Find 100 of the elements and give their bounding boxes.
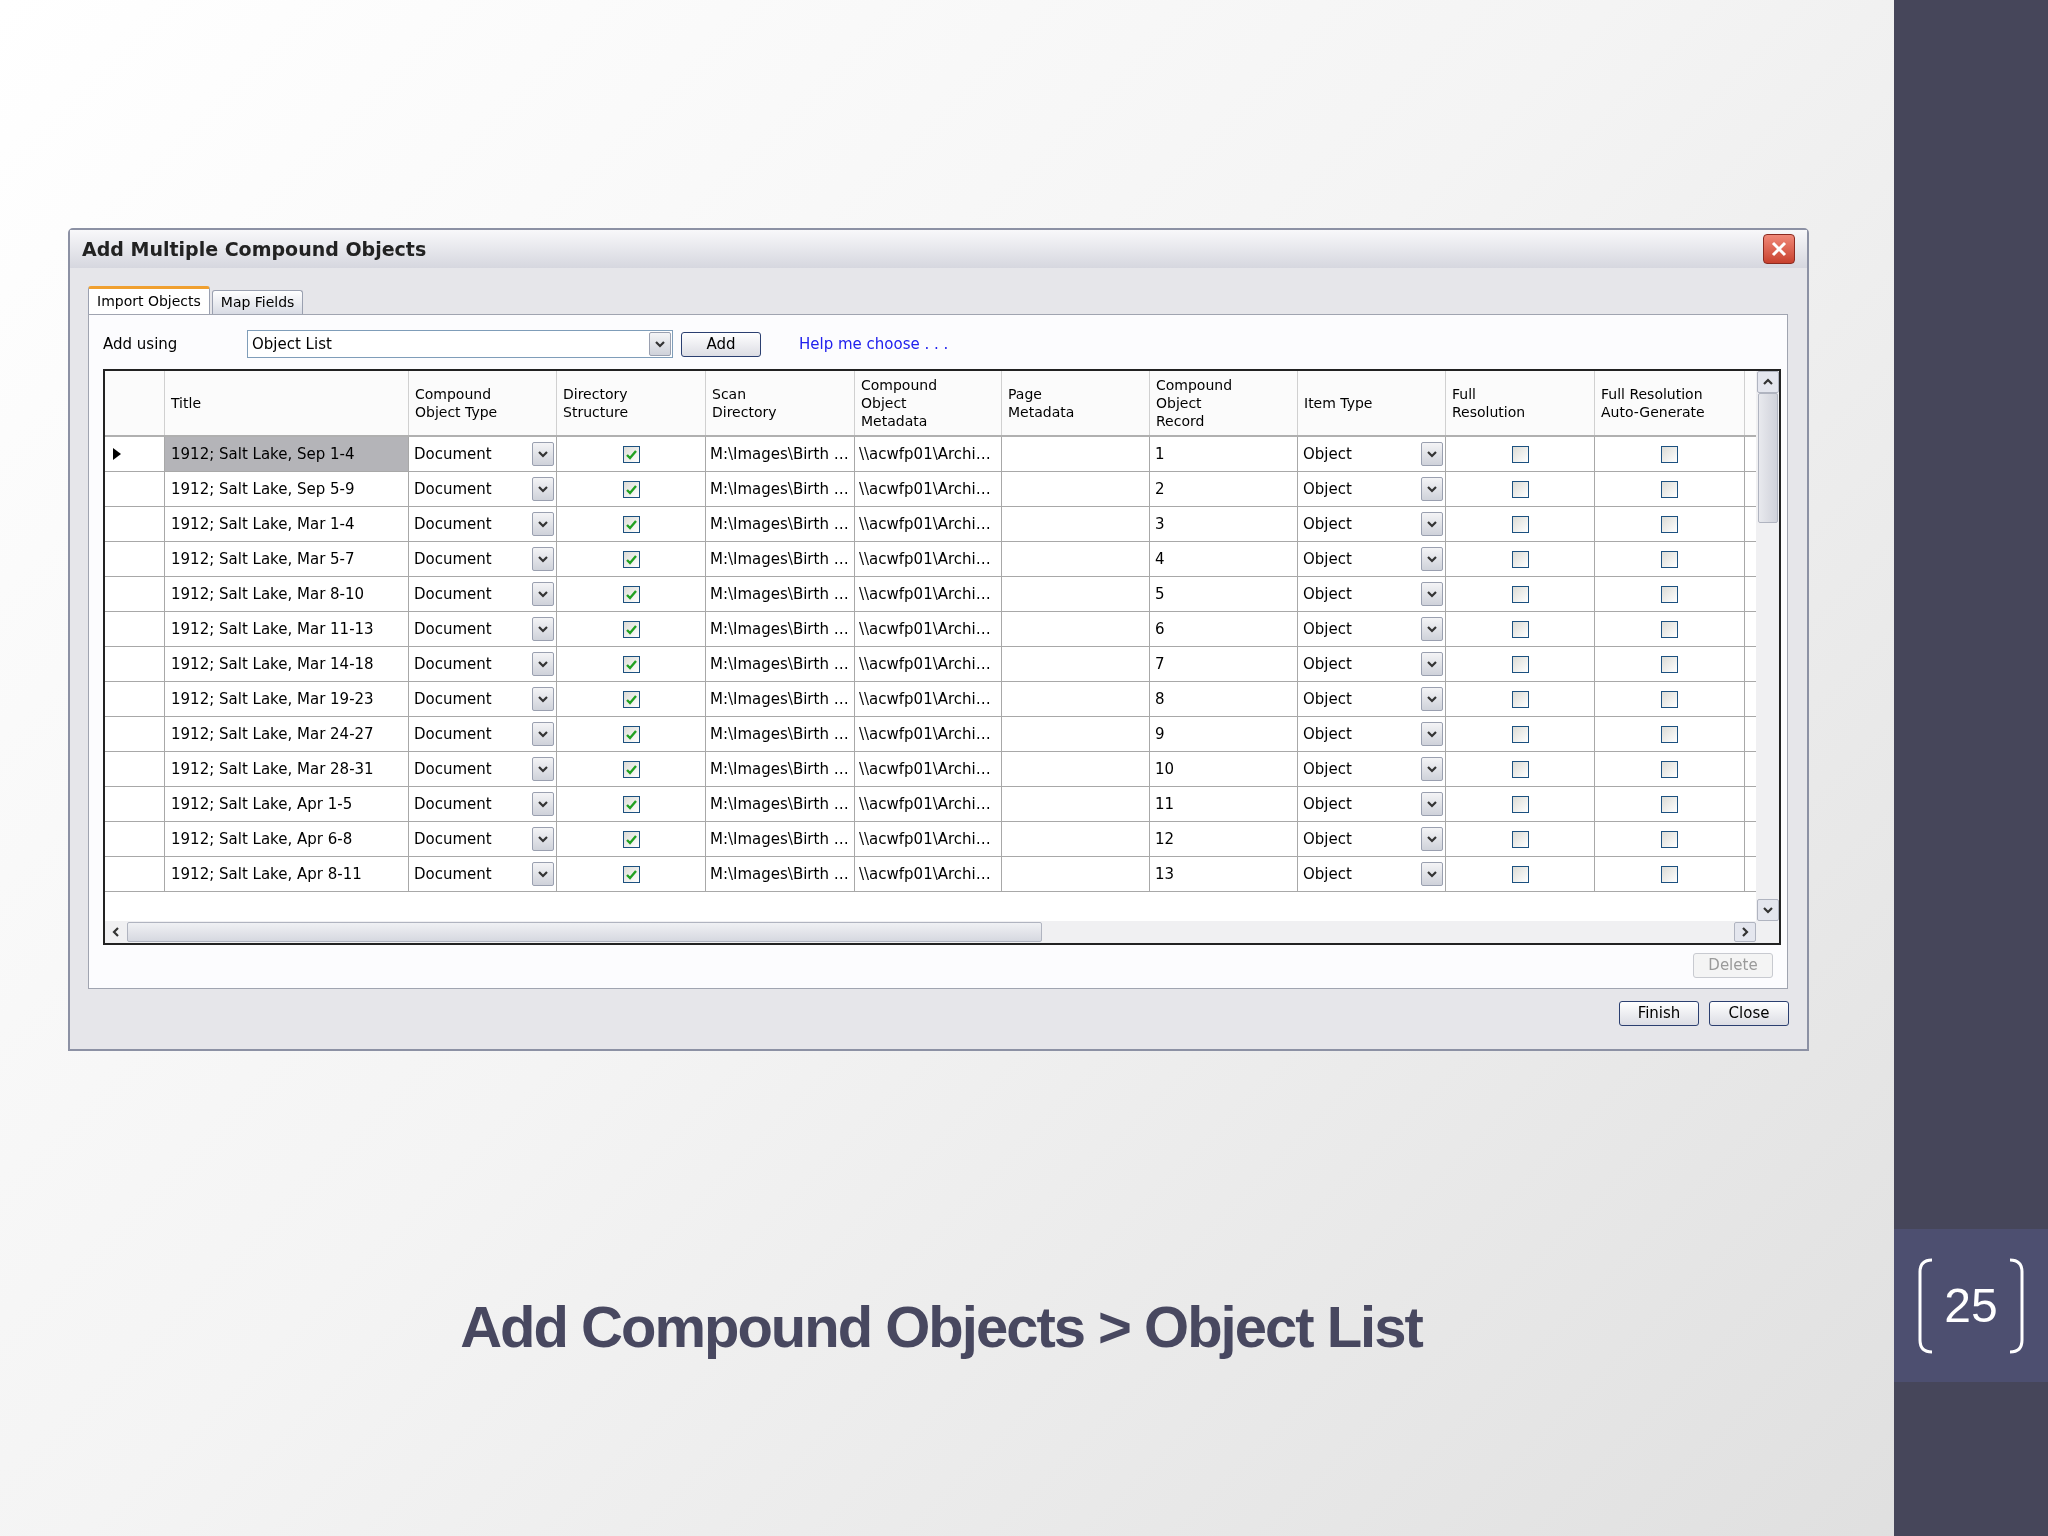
dropdown-button[interactable] [532,792,554,816]
object-type-dropdown[interactable]: Document [409,752,554,786]
dropdown-button[interactable] [532,512,554,536]
dropdown-button[interactable] [532,652,554,676]
dropdown-button[interactable] [1421,722,1443,746]
checkbox[interactable] [1661,725,1678,743]
object-type-dropdown[interactable]: Document [409,822,554,856]
title-cell[interactable]: 1912; Salt Lake, Mar 5-7 [165,542,409,576]
dropdown-button[interactable] [1421,512,1443,536]
item-type-dropdown[interactable]: Object [1298,682,1443,716]
checkbox[interactable] [1661,760,1678,778]
checkbox[interactable] [1661,655,1678,673]
dropdown-button[interactable] [532,477,554,501]
object-type-dropdown[interactable]: Document [409,507,554,541]
checkbox[interactable] [622,830,640,848]
checkbox[interactable] [622,655,640,673]
title-cell[interactable]: 1912; Salt Lake, Mar 19-23 [165,682,409,716]
checkbox[interactable] [1511,620,1529,638]
dropdown-button[interactable] [532,617,554,641]
column-header[interactable]: Compound Object Record [1156,376,1233,430]
scroll-thumb[interactable] [127,922,1042,942]
checkbox[interactable] [1661,445,1678,463]
dropdown-button[interactable] [532,722,554,746]
checkbox[interactable] [1511,655,1529,673]
checkbox[interactable] [622,445,640,463]
checkbox[interactable] [622,620,640,638]
column-header[interactable]: Item Type [1304,394,1373,412]
column-header[interactable]: Compound Object Type [415,385,498,421]
scroll-thumb[interactable] [1757,393,1778,523]
checkbox[interactable] [1511,830,1529,848]
title-cell[interactable]: 1912; Salt Lake, Mar 8-10 [165,577,409,611]
checkbox[interactable] [622,585,640,603]
object-type-dropdown[interactable]: Document [409,717,554,751]
dropdown-button[interactable] [532,582,554,606]
title-cell[interactable]: 1912; Salt Lake, Apr 8-11 [165,857,409,891]
dropdown-button[interactable] [1421,687,1443,711]
checkbox[interactable] [1511,585,1529,603]
dropdown-button[interactable] [1421,862,1443,886]
title-cell[interactable]: 1912; Salt Lake, Mar 24-27 [165,717,409,751]
title-cell[interactable]: 1912; Salt Lake, Mar 28-31 [165,752,409,786]
dropdown-button[interactable] [1421,757,1443,781]
checkbox[interactable] [1661,480,1678,498]
dropdown-button[interactable] [1421,442,1443,466]
item-type-dropdown[interactable]: Object [1298,577,1443,611]
checkbox[interactable] [622,690,640,708]
title-cell[interactable]: 1912; Salt Lake, Mar 14-18 [165,647,409,681]
item-type-dropdown[interactable]: Object [1298,822,1443,856]
title-cell[interactable]: 1912; Salt Lake, Apr 1-5 [165,787,409,821]
help-link[interactable]: Help me choose . . . [799,332,949,356]
dropdown-button[interactable] [1421,827,1443,851]
item-type-dropdown[interactable]: Object [1298,752,1443,786]
column-header[interactable]: Scan Directory [712,385,777,421]
item-type-dropdown[interactable]: Object [1298,612,1443,646]
checkbox[interactable] [1511,725,1529,743]
item-type-dropdown[interactable]: Object [1298,542,1443,576]
close-button[interactable] [1763,234,1795,264]
dropdown-button[interactable] [649,332,671,356]
object-type-dropdown[interactable]: Document [409,787,554,821]
column-header[interactable]: Compound Object Metadata [861,376,938,430]
close-button[interactable]: Close [1709,1001,1789,1026]
object-type-dropdown[interactable]: Document [409,612,554,646]
dropdown-button[interactable] [1421,582,1443,606]
dropdown-button[interactable] [532,862,554,886]
object-type-dropdown[interactable]: Document [409,437,554,471]
dropdown-button[interactable] [532,442,554,466]
checkbox[interactable] [622,550,640,568]
add-button[interactable]: Add [681,331,761,357]
checkbox[interactable] [1661,585,1678,603]
dropdown-button[interactable] [1421,477,1443,501]
column-header[interactable]: Directory Structure [563,385,629,421]
checkbox[interactable] [622,725,640,743]
checkbox[interactable] [1511,480,1529,498]
checkbox[interactable] [1511,550,1529,568]
dropdown-button[interactable] [1421,617,1443,641]
checkbox[interactable] [1661,690,1678,708]
dropdown-button[interactable] [532,687,554,711]
dropdown-button[interactable] [1421,652,1443,676]
title-cell[interactable]: 1912; Salt Lake, Sep 5-9 [165,472,409,506]
checkbox[interactable] [1661,830,1678,848]
checkbox[interactable] [1511,690,1529,708]
checkbox[interactable] [1661,550,1678,568]
checkbox[interactable] [1511,760,1529,778]
column-header[interactable]: Page Metadata [1008,385,1075,421]
checkbox[interactable] [1661,795,1678,813]
object-type-dropdown[interactable]: Document [409,472,554,506]
vertical-scrollbar[interactable] [1756,371,1779,921]
title-cell[interactable]: 1912; Salt Lake, Mar 1-4 [165,507,409,541]
checkbox[interactable] [622,480,640,498]
checkbox[interactable] [1511,865,1529,883]
title-cell[interactable]: 1912; Salt Lake, Sep 1-4 [165,437,409,471]
dropdown-button[interactable] [532,827,554,851]
item-type-dropdown[interactable]: Object [1298,787,1443,821]
column-header[interactable]: Full Resolution Auto-Generate [1601,385,1705,421]
object-type-dropdown[interactable]: Document [409,647,554,681]
object-type-dropdown[interactable]: Document [409,682,554,716]
object-type-dropdown[interactable]: Document [409,542,554,576]
item-type-dropdown[interactable]: Object [1298,857,1443,891]
tab[interactable]: Import Objects [88,286,210,314]
title-cell[interactable]: 1912; Salt Lake, Apr 6-8 [165,822,409,856]
checkbox[interactable] [1511,515,1529,533]
